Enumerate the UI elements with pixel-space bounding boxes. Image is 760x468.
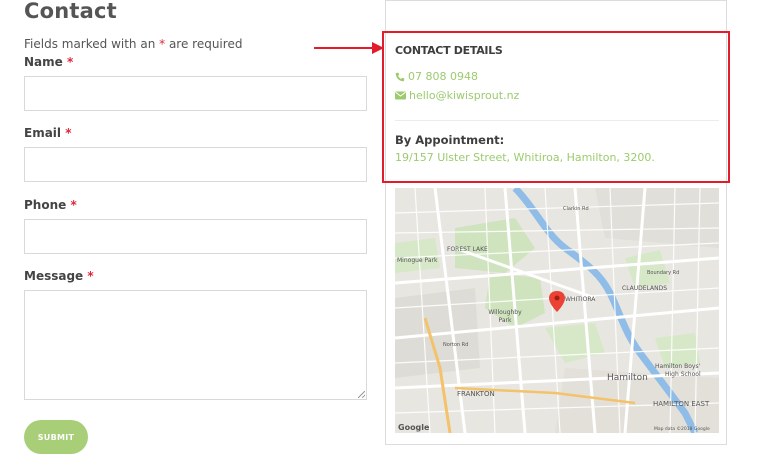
address-text: 19/157 Ulster Street, Whitiroa, Hamilton… bbox=[395, 151, 655, 164]
page-title: Contact bbox=[24, 0, 117, 23]
svg-text:CLAUDELANDS: CLAUDELANDS bbox=[622, 285, 667, 292]
svg-text:Boundary Rd: Boundary Rd bbox=[647, 270, 679, 276]
required-note: Fields marked with an * are required bbox=[24, 37, 243, 51]
svg-text:WHITIORA: WHITIORA bbox=[565, 296, 596, 303]
details-divider bbox=[395, 120, 719, 121]
phone-label: Phone * bbox=[24, 198, 77, 212]
arrow-right-icon bbox=[314, 42, 384, 54]
svg-text:Clarkin Rd: Clarkin Rd bbox=[563, 206, 589, 212]
map-canvas: FOREST LAKE Minogue Park Willoughby Park… bbox=[395, 188, 719, 433]
appointment-title: By Appointment: bbox=[395, 133, 505, 147]
svg-text:Willoughby: Willoughby bbox=[488, 309, 522, 316]
svg-text:Minogue Park: Minogue Park bbox=[397, 257, 438, 264]
contact-details-title: CONTACT DETAILS bbox=[395, 44, 503, 57]
svg-text:Park: Park bbox=[499, 317, 512, 324]
phone-link[interactable]: 07 808 0948 bbox=[395, 70, 478, 83]
svg-text:FOREST LAKE: FOREST LAKE bbox=[447, 246, 488, 253]
name-input[interactable] bbox=[24, 76, 367, 111]
svg-text:Google: Google bbox=[398, 423, 430, 432]
email-link[interactable]: hello@kiwisprout.nz bbox=[395, 89, 519, 102]
svg-text:Hamilton Boys': Hamilton Boys' bbox=[655, 363, 701, 370]
resize-handle[interactable] bbox=[358, 391, 365, 398]
map[interactable]: FOREST LAKE Minogue Park Willoughby Park… bbox=[395, 188, 719, 433]
email-input[interactable] bbox=[24, 147, 367, 182]
svg-text:Norton Rd: Norton Rd bbox=[443, 342, 468, 348]
email-label: Email * bbox=[24, 126, 72, 140]
svg-text:Map data ©2018 Google: Map data ©2018 Google bbox=[654, 425, 710, 432]
phone-icon bbox=[395, 72, 405, 81]
name-label: Name * bbox=[24, 55, 74, 69]
svg-text:HAMILTON EAST: HAMILTON EAST bbox=[653, 400, 710, 408]
message-textarea[interactable] bbox=[24, 290, 367, 400]
phone-input[interactable] bbox=[24, 219, 367, 254]
submit-button[interactable]: SUBMIT bbox=[24, 420, 88, 454]
svg-text:High School: High School bbox=[665, 371, 701, 378]
message-label: Message * bbox=[24, 269, 94, 283]
envelope-icon bbox=[395, 91, 406, 100]
svg-text:Hamilton: Hamilton bbox=[607, 373, 648, 383]
svg-text:FRANKTON: FRANKTON bbox=[457, 390, 495, 398]
